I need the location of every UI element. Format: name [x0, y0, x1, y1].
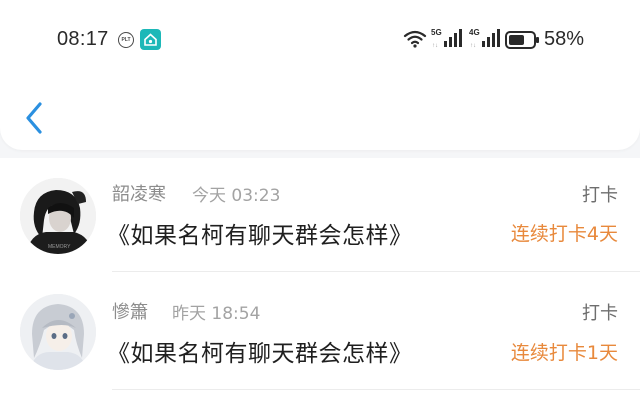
username[interactable]: 慘簫 [112, 298, 148, 324]
screen: 08:17 PLT 5G ↑↓ 4G ↑↓ 58% MEMORY 韶凌寒 今天 … [0, 0, 640, 405]
divider [112, 389, 640, 390]
chevron-left-icon [26, 102, 42, 134]
post-title[interactable]: 《如果名柯有聊天群会怎样》 [107, 216, 413, 250]
top-bar: 08:17 PLT 5G ↑↓ 4G ↑↓ 58% [0, 0, 640, 150]
back-button[interactable] [18, 98, 52, 138]
svg-text:↑↓: ↑↓ [432, 43, 438, 49]
streak-label: 连续打卡4天 [510, 223, 618, 245]
signal-5g-icon: 5G ↑↓ [431, 28, 462, 49]
svg-text:MEMORY: MEMORY [48, 244, 71, 250]
svg-text:↑↓: ↑↓ [470, 43, 476, 49]
checkin-action-label: 打卡 [582, 185, 618, 206]
signal-4g-icon: 4G ↑↓ [469, 28, 500, 49]
status-time: 08:17 [57, 28, 109, 50]
home-app-icon [140, 29, 161, 50]
battery-percent: 58% [544, 28, 585, 50]
divider [112, 271, 640, 272]
list-item[interactable]: 慘簫 昨天 18:54 《如果名柯有聊天群会怎样》 打卡 连续打卡1天 [0, 276, 640, 394]
post-time: 昨天 18:54 [172, 304, 261, 324]
wifi-icon [403, 30, 427, 48]
username[interactable]: 韶凌寒 [112, 180, 166, 206]
list-item[interactable]: MEMORY 韶凌寒 今天 03:23 《如果名柯有聊天群会怎样》 打卡 连续打… [0, 158, 640, 276]
streak-label: 连续打卡1天 [510, 342, 618, 364]
avatar[interactable] [20, 294, 96, 370]
post-title[interactable]: 《如果名柯有聊天群会怎样》 [107, 334, 413, 368]
checkin-list: MEMORY 韶凌寒 今天 03:23 《如果名柯有聊天群会怎样》 打卡 连续打… [0, 158, 640, 405]
network-label-4g: 4G [469, 28, 480, 37]
avatar[interactable]: MEMORY [20, 178, 96, 254]
post-time: 今天 03:23 [192, 186, 281, 206]
plt-icon: PLT [118, 32, 134, 48]
battery-icon [505, 31, 539, 49]
checkin-action-label: 打卡 [582, 303, 618, 324]
network-label-5g: 5G [431, 28, 442, 37]
